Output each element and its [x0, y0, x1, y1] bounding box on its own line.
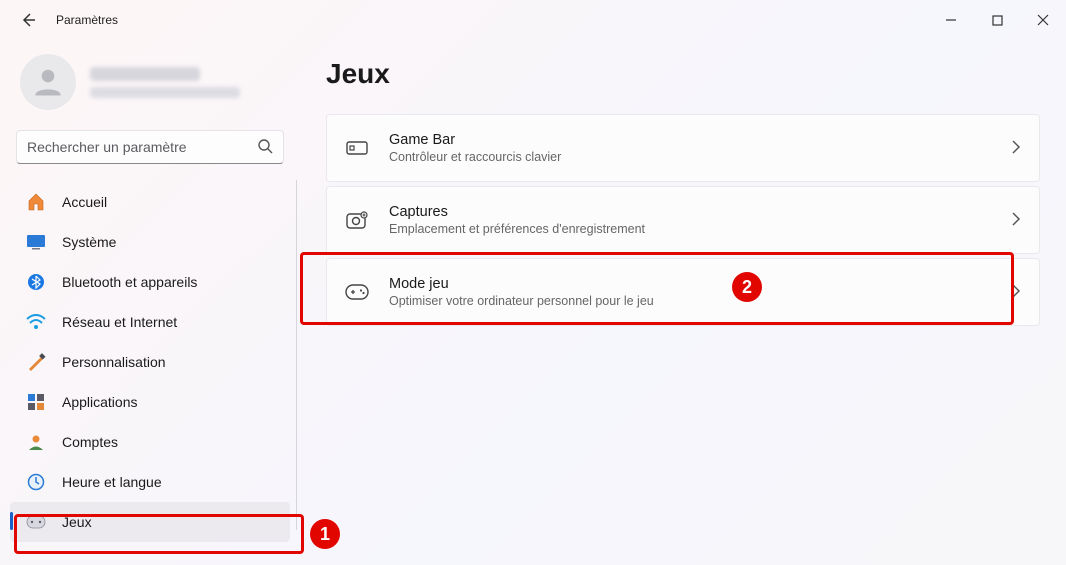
maximize-button[interactable] [974, 4, 1020, 36]
arrow-left-icon [20, 12, 36, 28]
main-content: Jeux Game Bar Contrôleur et raccourcis c… [300, 40, 1066, 565]
sidebar-item-label: Heure et langue [62, 474, 162, 490]
gamepad-icon [26, 512, 46, 532]
gamebar-icon [345, 136, 369, 160]
sidebar-item-home[interactable]: Accueil [0, 182, 300, 222]
close-button[interactable] [1020, 4, 1066, 36]
sidebar-item-label: Comptes [62, 434, 118, 450]
card-subtitle: Optimiser votre ordinateur personnel pou… [389, 294, 654, 308]
card-title: Game Bar [389, 132, 561, 148]
chevron-right-icon [1011, 284, 1021, 301]
wifi-icon [26, 312, 46, 332]
capture-icon [345, 208, 369, 232]
chevron-right-icon [1011, 212, 1021, 229]
sidebar-item-label: Personnalisation [62, 354, 166, 370]
setting-card-gamebar[interactable]: Game Bar Contrôleur et raccourcis clavie… [326, 114, 1040, 182]
close-icon [1037, 14, 1049, 26]
sidebar: Accueil Système Bluetooth et appareils R… [0, 40, 300, 565]
page-title: Jeux [326, 58, 1040, 90]
user-name-blurred [90, 67, 200, 81]
search-box[interactable] [16, 130, 284, 164]
sidebar-item-label: Système [62, 234, 116, 250]
apps-icon [26, 392, 46, 412]
search-icon [257, 138, 273, 157]
sidebar-item-label: Applications [62, 394, 138, 410]
bluetooth-icon [26, 272, 46, 292]
sidebar-item-personalization[interactable]: Personnalisation [0, 342, 300, 382]
titlebar: Paramètres [0, 0, 1066, 40]
search-input[interactable] [27, 139, 257, 155]
accounts-icon [26, 432, 46, 452]
user-block[interactable] [0, 50, 300, 130]
minimize-icon [945, 14, 957, 26]
user-text [90, 67, 240, 98]
card-title: Captures [389, 204, 645, 220]
brush-icon [26, 352, 46, 372]
sidebar-item-gaming[interactable]: Jeux [10, 502, 290, 542]
home-icon [26, 192, 46, 212]
card-title: Mode jeu [389, 276, 654, 292]
back-button[interactable] [16, 8, 40, 32]
minimize-button[interactable] [928, 4, 974, 36]
nav: Accueil Système Bluetooth et appareils R… [0, 176, 300, 542]
sidebar-item-time-language[interactable]: Heure et langue [0, 462, 300, 502]
clock-icon [26, 472, 46, 492]
card-subtitle: Emplacement et préférences d'enregistrem… [389, 222, 645, 236]
maximize-icon [992, 15, 1003, 26]
window-title: Paramètres [56, 13, 118, 27]
sidebar-item-label: Jeux [62, 514, 92, 530]
sidebar-item-bluetooth[interactable]: Bluetooth et appareils [0, 262, 300, 302]
system-icon [26, 232, 46, 252]
sidebar-item-label: Accueil [62, 194, 107, 210]
window-controls [928, 4, 1066, 36]
person-icon [30, 64, 66, 100]
card-subtitle: Contrôleur et raccourcis clavier [389, 150, 561, 164]
sidebar-item-label: Bluetooth et appareils [62, 274, 197, 290]
sidebar-item-accounts[interactable]: Comptes [0, 422, 300, 462]
avatar [20, 54, 76, 110]
sidebar-item-network[interactable]: Réseau et Internet [0, 302, 300, 342]
sidebar-item-apps[interactable]: Applications [0, 382, 300, 422]
gamemode-icon [345, 280, 369, 304]
setting-card-captures[interactable]: Captures Emplacement et préférences d'en… [326, 186, 1040, 254]
sidebar-item-label: Réseau et Internet [62, 314, 177, 330]
chevron-right-icon [1011, 140, 1021, 157]
sidebar-item-system[interactable]: Système [0, 222, 300, 262]
setting-card-gamemode[interactable]: Mode jeu Optimiser votre ordinateur pers… [326, 258, 1040, 326]
user-email-blurred [90, 87, 240, 98]
